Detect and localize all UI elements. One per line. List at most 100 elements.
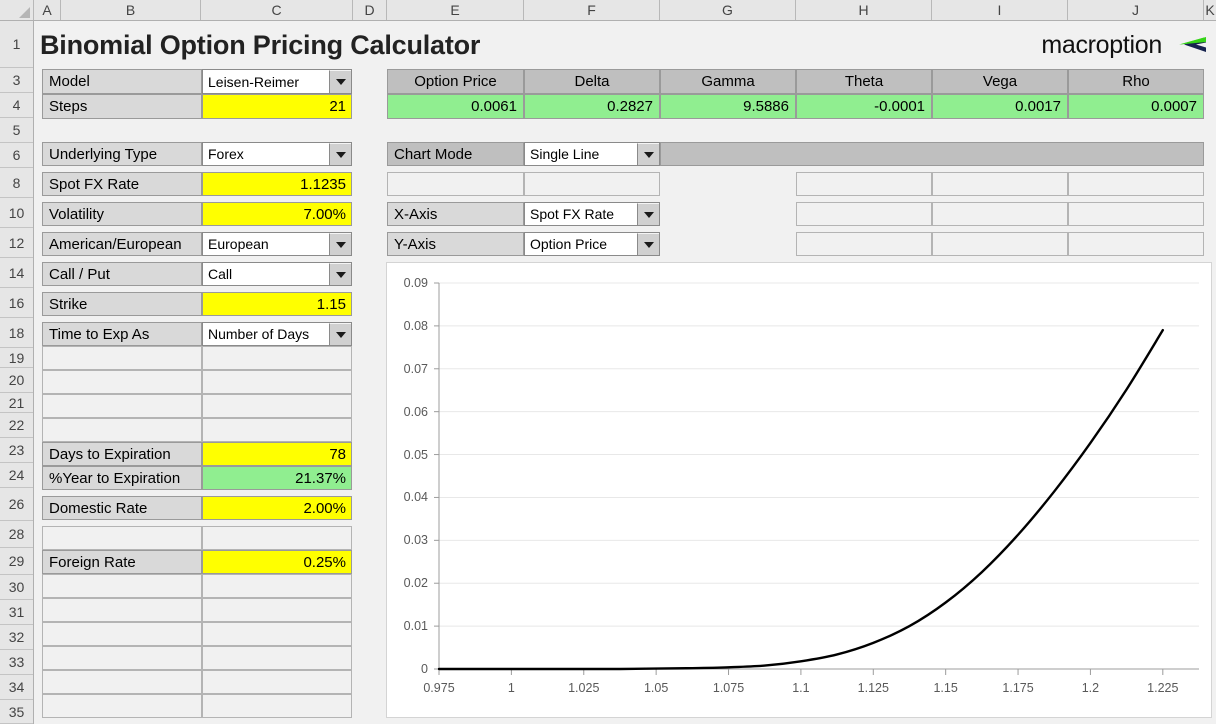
empty-cell-c35[interactable] <box>202 694 352 718</box>
row-header-33[interactable]: 33 <box>0 650 33 675</box>
chevron-down-icon[interactable] <box>329 143 351 165</box>
empty-cell-b22[interactable] <box>42 418 202 442</box>
empty-cell-b30[interactable] <box>42 574 202 598</box>
empty-cell-b34[interactable] <box>42 670 202 694</box>
chevron-down-icon[interactable] <box>637 203 659 225</box>
empty-cell-c21[interactable] <box>202 394 352 418</box>
result-value-delta: 0.2827 <box>524 94 660 119</box>
chevron-down-icon[interactable] <box>329 323 351 345</box>
row-header-26[interactable]: 26 <box>0 488 33 521</box>
row-header-5[interactable]: 5 <box>0 118 33 143</box>
dropdown-model[interactable]: Leisen-Reimer <box>202 69 352 94</box>
dropdown-american-european-value: European <box>208 236 269 252</box>
row-header-23[interactable]: 23 <box>0 438 33 463</box>
dropdown-x-axis-value: Spot FX Rate <box>530 206 615 222</box>
chevron-down-icon[interactable] <box>329 233 351 255</box>
label-american-european: American/European <box>42 232 202 256</box>
row-header-6[interactable]: 6 <box>0 143 33 168</box>
row-header-19[interactable]: 19 <box>0 348 33 368</box>
row-header-24[interactable]: 24 <box>0 463 33 488</box>
empty-cell-i10[interactable] <box>932 202 1068 226</box>
empty-cell-c19[interactable] <box>202 346 352 370</box>
input-spot-fx-rate[interactable]: 1.1235 <box>202 172 352 196</box>
column-header-i[interactable]: I <box>932 0 1068 20</box>
empty-cell-j8[interactable] <box>1068 172 1204 196</box>
empty-cell-b21[interactable] <box>42 394 202 418</box>
row-header-1[interactable]: 1 <box>0 21 33 68</box>
row-header-20[interactable]: 20 <box>0 368 33 393</box>
dropdown-x-axis[interactable]: Spot FX Rate <box>524 202 660 226</box>
result-header-vega: Vega <box>932 69 1068 94</box>
row-header-14[interactable]: 14 <box>0 258 33 288</box>
input-strike[interactable]: 1.15 <box>202 292 352 316</box>
column-header-k[interactable]: K <box>1204 0 1216 20</box>
column-header-c[interactable]: C <box>201 0 353 20</box>
column-header-g[interactable]: G <box>660 0 796 20</box>
select-all-button[interactable] <box>0 0 34 20</box>
row-header-28[interactable]: 28 <box>0 521 33 548</box>
empty-cell-c33[interactable] <box>202 646 352 670</box>
row-header-21[interactable]: 21 <box>0 393 33 413</box>
empty-cell-c22[interactable] <box>202 418 352 442</box>
row-header-30[interactable]: 30 <box>0 575 33 600</box>
row-header-22[interactable]: 22 <box>0 413 33 438</box>
dropdown-y-axis[interactable]: Option Price <box>524 232 660 256</box>
input-volatility[interactable]: 7.00% <box>202 202 352 226</box>
empty-cell-f8[interactable] <box>524 172 660 196</box>
column-header-j[interactable]: J <box>1068 0 1204 20</box>
dropdown-underlying-type[interactable]: Forex <box>202 142 352 166</box>
empty-cell-c30[interactable] <box>202 574 352 598</box>
column-header-b[interactable]: B <box>61 0 201 20</box>
row-header-16[interactable]: 16 <box>0 288 33 318</box>
empty-cell-j10[interactable] <box>1068 202 1204 226</box>
empty-cell-i8[interactable] <box>932 172 1068 196</box>
row-header-12[interactable]: 12 <box>0 228 33 258</box>
empty-cell-e8[interactable] <box>387 172 524 196</box>
empty-cell-b20[interactable] <box>42 370 202 394</box>
column-header-d[interactable]: D <box>353 0 387 20</box>
column-header-f[interactable]: F <box>524 0 660 20</box>
row-header-32[interactable]: 32 <box>0 625 33 650</box>
empty-cell-c28[interactable] <box>202 526 352 550</box>
dropdown-american-european[interactable]: European <box>202 232 352 256</box>
input-domestic-rate[interactable]: 2.00% <box>202 496 352 520</box>
option-price-chart[interactable]: 0 0.01 0.02 0.03 0.04 0.05 0.06 0.07 0.08 0.09 0.… <box>386 262 1212 718</box>
chevron-down-icon[interactable] <box>329 70 351 93</box>
row-header-4[interactable]: 4 <box>0 93 33 118</box>
empty-cell-b28[interactable] <box>42 526 202 550</box>
input-days-to-expiration[interactable]: 78 <box>202 442 352 466</box>
chevron-down-icon[interactable] <box>637 143 659 165</box>
empty-cell-j12[interactable] <box>1068 232 1204 256</box>
chevron-down-icon[interactable] <box>637 233 659 255</box>
empty-cell-c34[interactable] <box>202 670 352 694</box>
input-steps[interactable]: 21 <box>202 94 352 119</box>
empty-cell-b19[interactable] <box>42 346 202 370</box>
dropdown-call-put[interactable]: Call <box>202 262 352 286</box>
row-header-35[interactable]: 35 <box>0 700 33 724</box>
row-header-31[interactable]: 31 <box>0 600 33 625</box>
input-foreign-rate[interactable]: 0.25% <box>202 550 352 574</box>
empty-cell-b31[interactable] <box>42 598 202 622</box>
row-header-8[interactable]: 8 <box>0 168 33 198</box>
column-header-a[interactable]: A <box>34 0 61 20</box>
dropdown-time-to-exp-as[interactable]: Number of Days <box>202 322 352 346</box>
column-header-h[interactable]: H <box>796 0 932 20</box>
row-header-18[interactable]: 18 <box>0 318 33 348</box>
empty-cell-h8[interactable] <box>796 172 932 196</box>
dropdown-chart-mode[interactable]: Single Line <box>524 142 660 166</box>
row-header-3[interactable]: 3 <box>0 68 33 93</box>
chevron-down-icon[interactable] <box>329 263 351 285</box>
empty-cell-c31[interactable] <box>202 598 352 622</box>
empty-cell-h10[interactable] <box>796 202 932 226</box>
empty-cell-b33[interactable] <box>42 646 202 670</box>
empty-cell-b35[interactable] <box>42 694 202 718</box>
row-header-34[interactable]: 34 <box>0 675 33 700</box>
empty-cell-i12[interactable] <box>932 232 1068 256</box>
empty-cell-c20[interactable] <box>202 370 352 394</box>
empty-cell-h12[interactable] <box>796 232 932 256</box>
row-header-29[interactable]: 29 <box>0 548 33 575</box>
empty-cell-b32[interactable] <box>42 622 202 646</box>
empty-cell-c32[interactable] <box>202 622 352 646</box>
row-header-10[interactable]: 10 <box>0 198 33 228</box>
column-header-e[interactable]: E <box>387 0 524 20</box>
